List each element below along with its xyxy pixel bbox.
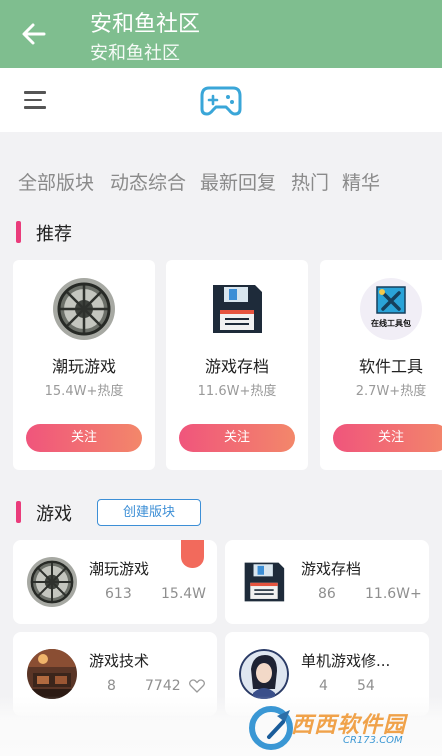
wheel-photo-icon [53, 278, 115, 340]
wheel-photo-icon [27, 557, 77, 607]
back-button[interactable] [18, 20, 50, 48]
heat-count: 15.4W [161, 586, 207, 602]
app-bar: 安和鱼社区 安和鱼社区 [0, 0, 442, 68]
toolbar [0, 68, 442, 132]
game-name: 游戏技术 [89, 652, 150, 670]
section-marker [16, 501, 21, 523]
heat-count: 7742 [145, 678, 181, 694]
card-heat: 2.7W+热度 [355, 384, 427, 399]
tab-all-sections[interactable]: 全部版块 [18, 168, 94, 195]
watermark-url: CR173.COM [343, 735, 403, 746]
game-name: 潮玩游戏 [89, 560, 150, 578]
gamepad-icon[interactable] [199, 80, 243, 120]
tab-hot[interactable]: 热门 [291, 168, 329, 195]
category-tabs: 全部版块 动态综合 最新回复 热门 精华 [0, 132, 442, 210]
tab-activity[interactable]: 动态综合 [110, 168, 186, 195]
tab-latest-replies[interactable]: 最新回复 [200, 168, 276, 195]
card-name: 软件工具 [358, 357, 423, 376]
game-name: 游戏存档 [301, 560, 362, 578]
games-heading: 游戏 [36, 504, 72, 525]
recommend-card[interactable]: 在线工具包 软件工具 2.7W+热度 关注 [320, 260, 442, 470]
recommend-card[interactable]: 游戏存档 11.6W+热度 关注 [166, 260, 308, 470]
create-section-button[interactable]: 创建版块 [97, 499, 201, 526]
menu-line [24, 91, 46, 94]
follow-button[interactable]: 关注 [333, 424, 442, 452]
card-heat: 15.4W+热度 [44, 384, 124, 399]
post-count: 4 [319, 678, 328, 694]
game-card[interactable]: 游戏存档 86 11.6W+ [225, 540, 429, 624]
menu-button[interactable] [24, 90, 46, 110]
heat-count: 54 [357, 678, 375, 694]
toolkit-icon-label: 在线工具包 [371, 319, 411, 328]
recommend-heading: 推荐 [36, 224, 72, 245]
floppy-disk-icon [206, 278, 268, 340]
follow-button[interactable]: 关注 [179, 424, 295, 452]
page-subtitle: 安和鱼社区 [90, 43, 180, 64]
toolkit-icon: 在线工具包 [360, 278, 422, 340]
game-name: 单机游戏修... [301, 652, 391, 670]
floppy-disk-icon [239, 557, 289, 607]
recommend-card[interactable]: 潮玩游戏 15.4W+热度 关注 [13, 260, 155, 470]
card-name: 游戏存档 [204, 357, 269, 376]
section-marker [16, 221, 21, 243]
tab-featured[interactable]: 精华 [342, 168, 380, 195]
pull-tab[interactable] [181, 540, 204, 568]
heart-icon[interactable] [189, 679, 205, 693]
interior-photo-icon [27, 649, 77, 699]
post-count: 86 [318, 586, 336, 602]
card-name: 潮玩游戏 [51, 357, 116, 376]
card-heat: 11.6W+热度 [197, 384, 277, 399]
anime-portrait-icon [239, 649, 289, 699]
menu-line [24, 106, 46, 109]
heat-count: 11.6W+ [365, 586, 422, 602]
post-count: 8 [107, 678, 116, 694]
menu-line [24, 98, 42, 101]
follow-button[interactable]: 关注 [26, 424, 142, 452]
arrow-left-icon [22, 23, 46, 45]
watermark-logo: 西西软件园 CR173.COM [247, 704, 433, 752]
post-count: 613 [105, 586, 132, 602]
page-title: 安和鱼社区 [90, 12, 201, 37]
